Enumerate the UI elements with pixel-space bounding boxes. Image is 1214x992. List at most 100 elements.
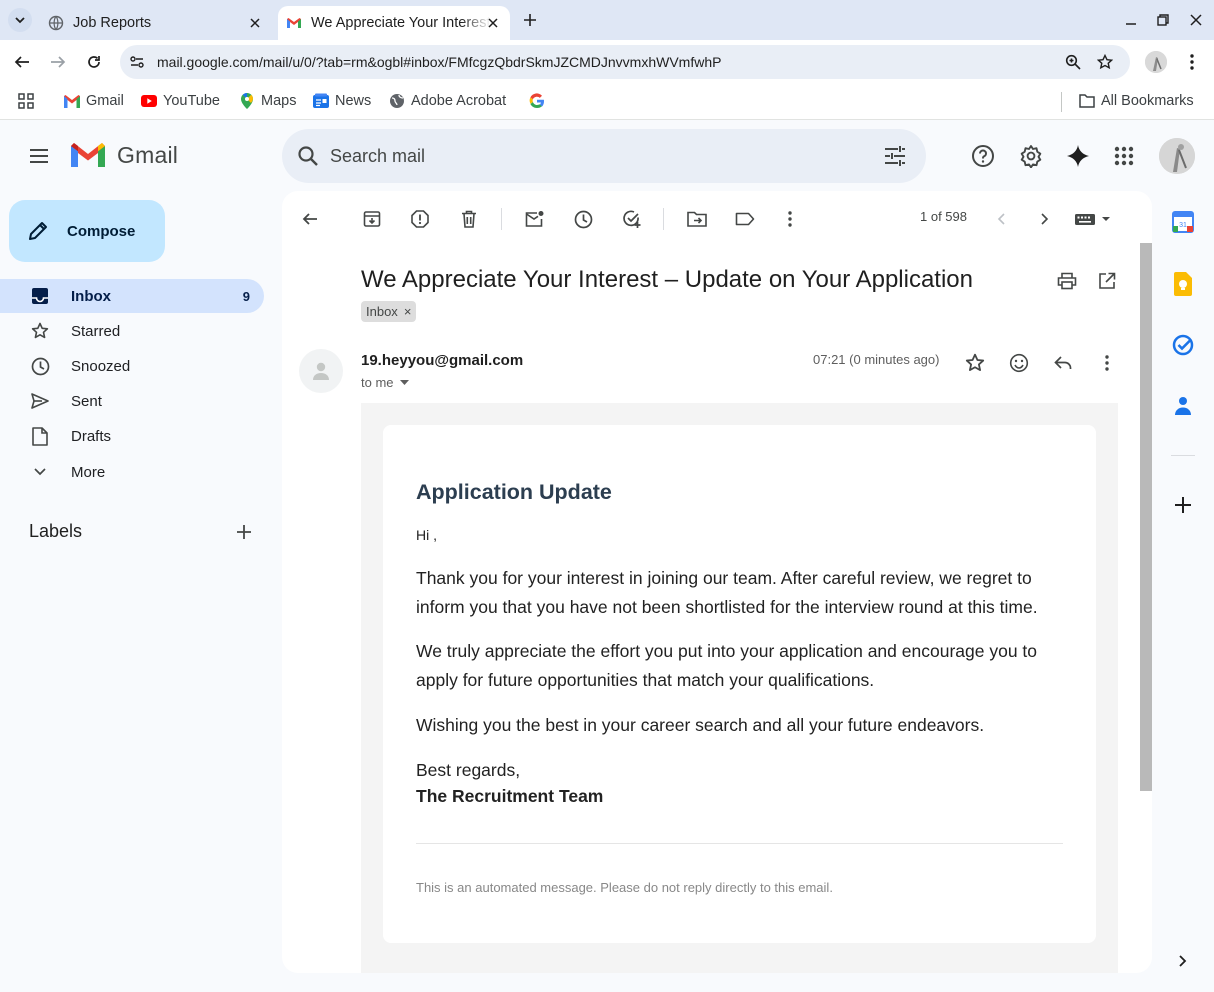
all-bookmarks-button[interactable]: All Bookmarks [1079, 90, 1194, 112]
tab-gmail-email[interactable]: We Appreciate Your Interest – Update on … [278, 6, 510, 40]
bookmark-google[interactable] [529, 90, 551, 112]
bookmark-youtube[interactable]: YouTube [141, 90, 220, 112]
chip-label: Inbox [366, 304, 398, 319]
close-window-button[interactable] [1186, 10, 1206, 30]
account-avatar[interactable] [1159, 138, 1195, 174]
sender-email[interactable]: 19.heyyou@gmail.com [361, 352, 523, 369]
print-button[interactable] [1055, 269, 1079, 293]
snooze-button[interactable] [571, 207, 595, 231]
youtube-icon [141, 93, 157, 109]
tab-search-button[interactable] [8, 8, 32, 32]
settings-button[interactable] [1018, 143, 1044, 169]
bookmark-adobe-acrobat[interactable]: Adobe Acrobat [389, 90, 506, 112]
nav-snoozed[interactable]: Snoozed [0, 349, 264, 383]
message-more-button[interactable] [1095, 351, 1119, 375]
mark-unread-button[interactable] [523, 207, 547, 231]
search-options-icon[interactable] [882, 143, 908, 169]
search-icon[interactable] [296, 144, 320, 168]
close-tab-icon[interactable] [246, 14, 264, 32]
support-button[interactable] [970, 143, 996, 169]
search-input[interactable] [330, 141, 850, 171]
help-icon [972, 145, 994, 167]
tasks-icon [1172, 334, 1194, 356]
get-addons-button[interactable] [1170, 492, 1196, 518]
nav-inbox[interactable]: Inbox 9 [0, 279, 264, 313]
chevron-down-icon [30, 462, 50, 482]
unread-count: 9 [242, 288, 250, 304]
delete-button[interactable] [457, 207, 481, 231]
tab-title: We Appreciate Your Interest – Update on … [311, 15, 491, 31]
search-bar[interactable] [282, 129, 926, 183]
trash-icon [462, 210, 476, 228]
new-tab-button[interactable] [519, 9, 541, 31]
nav-drafts[interactable]: Drafts [0, 419, 264, 453]
labels-button[interactable] [733, 207, 757, 231]
reload-icon [88, 56, 100, 68]
older-button[interactable] [1033, 207, 1057, 231]
google-apps-button[interactable] [1111, 143, 1137, 169]
bookmark-label: News [335, 93, 372, 109]
compose-button[interactable]: Compose [9, 200, 165, 262]
google-icon [529, 93, 545, 109]
nav-label: Sent [71, 392, 102, 410]
address-bar[interactable]: mail.google.com/mail/u/0/?tab=rm&ogbl#in… [120, 45, 1130, 79]
back-to-inbox-button[interactable] [298, 207, 322, 231]
reply-button[interactable] [1051, 351, 1075, 375]
recipients-toggle[interactable]: to me [361, 375, 409, 390]
report-spam-button[interactable] [408, 207, 432, 231]
reload-button[interactable] [82, 50, 106, 74]
calendar-app-button[interactable]: 31 [1170, 209, 1196, 235]
keep-app-button[interactable] [1170, 271, 1196, 297]
contacts-app-button[interactable] [1170, 393, 1196, 419]
rail-divider [1171, 455, 1195, 456]
browser-menu-button[interactable] [1180, 50, 1204, 74]
gmail-logo-icon[interactable] [71, 143, 105, 169]
restore-button[interactable] [1153, 10, 1173, 30]
move-folder-icon [687, 211, 707, 227]
archive-button[interactable] [360, 207, 384, 231]
nav-starred[interactable]: Starred [0, 314, 264, 348]
add-task-icon [623, 210, 641, 228]
gemini-button[interactable] [1065, 143, 1091, 169]
body-paragraph: We truly appreciate the effort you put i… [416, 641, 1038, 690]
newer-button[interactable] [989, 207, 1013, 231]
add-reaction-button[interactable] [1007, 351, 1031, 375]
closing: Best regards, [416, 760, 521, 780]
sender-avatar[interactable] [299, 349, 343, 393]
create-label-button[interactable] [233, 521, 255, 543]
profile-avatar[interactable] [1145, 51, 1167, 73]
more-actions-button[interactable] [778, 207, 802, 231]
nav-sent[interactable]: Sent [0, 384, 264, 418]
bookmark-star-icon[interactable] [1096, 53, 1114, 71]
gmail-icon [64, 93, 80, 109]
add-to-tasks-button[interactable] [620, 207, 644, 231]
close-tab-icon[interactable] [484, 14, 502, 32]
nav-label: Inbox [71, 287, 111, 305]
pencil-icon [29, 222, 47, 240]
open-new-window-button[interactable] [1095, 269, 1119, 293]
bookmark-gmail[interactable]: Gmail [64, 90, 124, 112]
minimize-button[interactable] [1121, 10, 1141, 30]
nav-label: More [71, 463, 106, 481]
signature: The Recruitment Team [416, 786, 604, 806]
move-to-button[interactable] [685, 207, 709, 231]
input-tools-button[interactable] [1074, 207, 1114, 231]
bookmark-news[interactable]: News [313, 90, 371, 112]
remove-label-icon[interactable]: × [404, 304, 412, 319]
apps-button[interactable] [18, 90, 34, 112]
site-settings-icon[interactable] [128, 53, 146, 71]
back-button[interactable] [10, 50, 34, 74]
scrollbar-thumb[interactable] [1140, 243, 1152, 791]
star-email-button[interactable] [963, 351, 987, 375]
bookmark-maps[interactable]: Maps [239, 90, 296, 112]
body-paragraph: Wishing you the best in your career sear… [416, 715, 985, 735]
tab-job-reports[interactable]: Job Reports [36, 6, 272, 40]
tasks-app-button[interactable] [1170, 332, 1196, 358]
forward-button[interactable] [46, 50, 70, 74]
email-heading: Application Update [416, 480, 612, 504]
nav-more[interactable]: More [0, 455, 264, 489]
hamburger-icon [30, 149, 48, 163]
hide-side-panel-button[interactable] [1170, 948, 1196, 974]
zoom-icon[interactable] [1064, 53, 1082, 71]
main-menu-button[interactable] [27, 144, 51, 168]
